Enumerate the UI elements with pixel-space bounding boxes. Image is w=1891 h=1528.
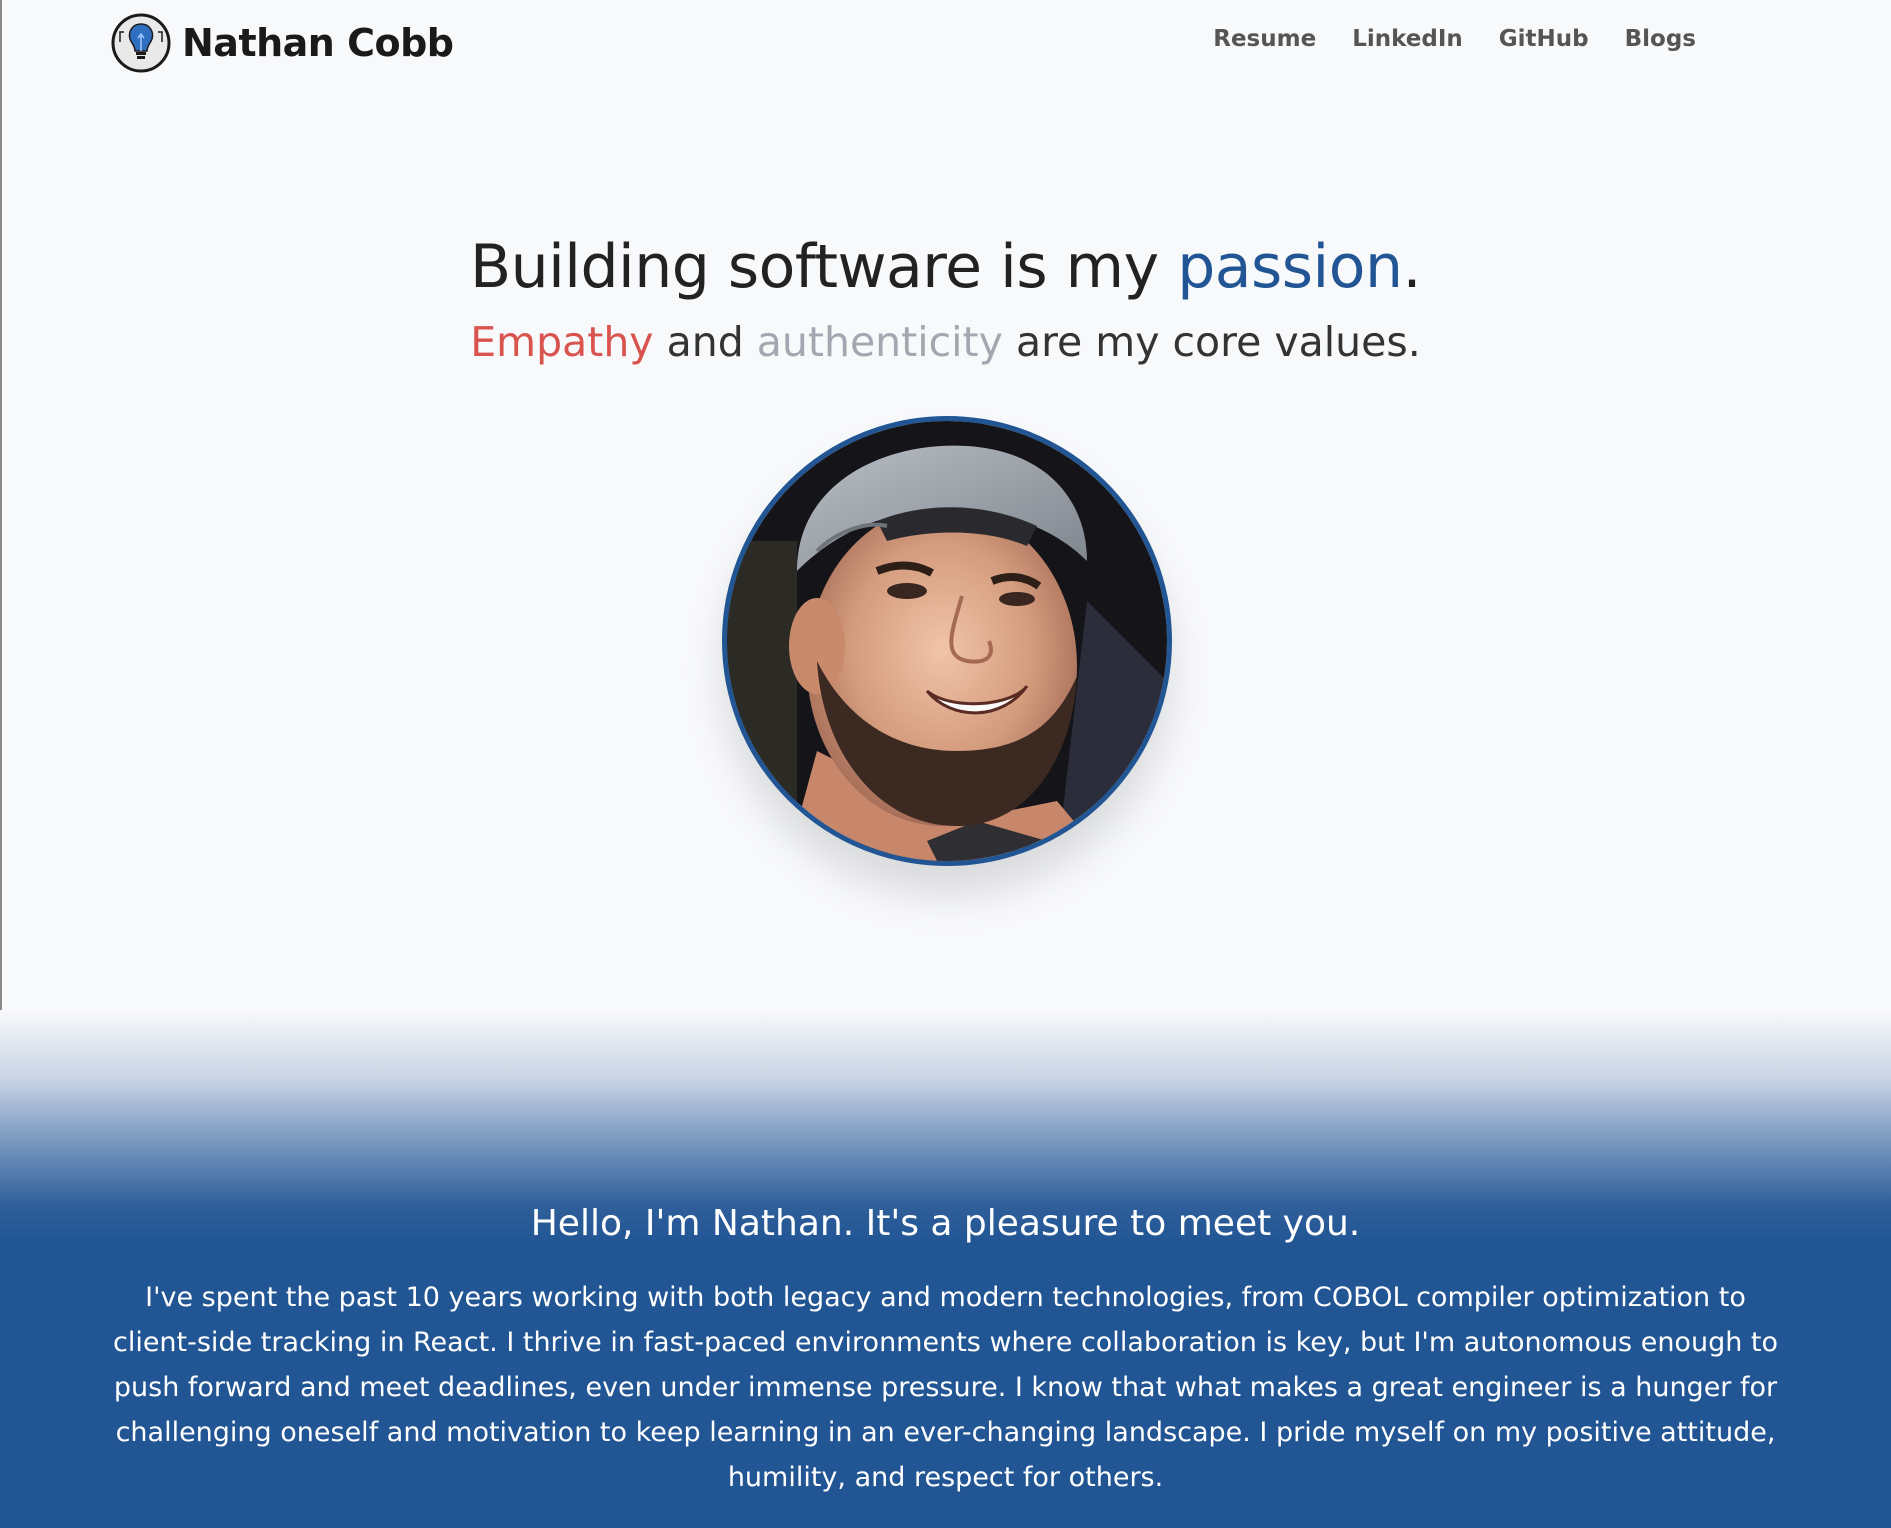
hero-subtitle-suffix: are my core values.: [1002, 318, 1421, 366]
hero-title: Building software is my passion.: [0, 232, 1891, 302]
portrait-illustration: [727, 421, 1167, 861]
about-title: Hello, I'm Nathan. It's a pleasure to me…: [530, 1203, 1361, 1244]
hero-subtitle: Empathy and authenticity are my core val…: [0, 318, 1891, 366]
nav-link-resume[interactable]: Resume: [1213, 26, 1316, 52]
brand-home-link[interactable]: Nathan Cobb: [110, 12, 454, 74]
site-header: Nathan Cobb Resume LinkedIn GitHub Blogs: [0, 0, 1891, 92]
brand-name: Nathan Cobb: [182, 21, 454, 65]
hero-title-accent: passion: [1177, 232, 1403, 302]
nav-link-blogs[interactable]: Blogs: [1625, 26, 1696, 52]
lightbulb-icon: [111, 13, 171, 73]
hero-title-suffix: .: [1402, 232, 1422, 302]
nav-link-github[interactable]: GitHub: [1499, 26, 1589, 52]
main-nav: Resume LinkedIn GitHub Blogs: [1213, 26, 1696, 52]
hero-subtitle-authenticity: authenticity: [756, 318, 1003, 366]
hero-title-prefix: Building software is my: [469, 232, 1178, 302]
hero-subtitle-empathy: Empathy: [470, 318, 654, 366]
about-body: I've spent the past 10 years working wit…: [112, 1282, 1779, 1493]
nav-link-linkedin[interactable]: LinkedIn: [1352, 26, 1463, 52]
hero-subtitle-and: and: [653, 318, 757, 366]
profile-photo: [722, 416, 1172, 866]
